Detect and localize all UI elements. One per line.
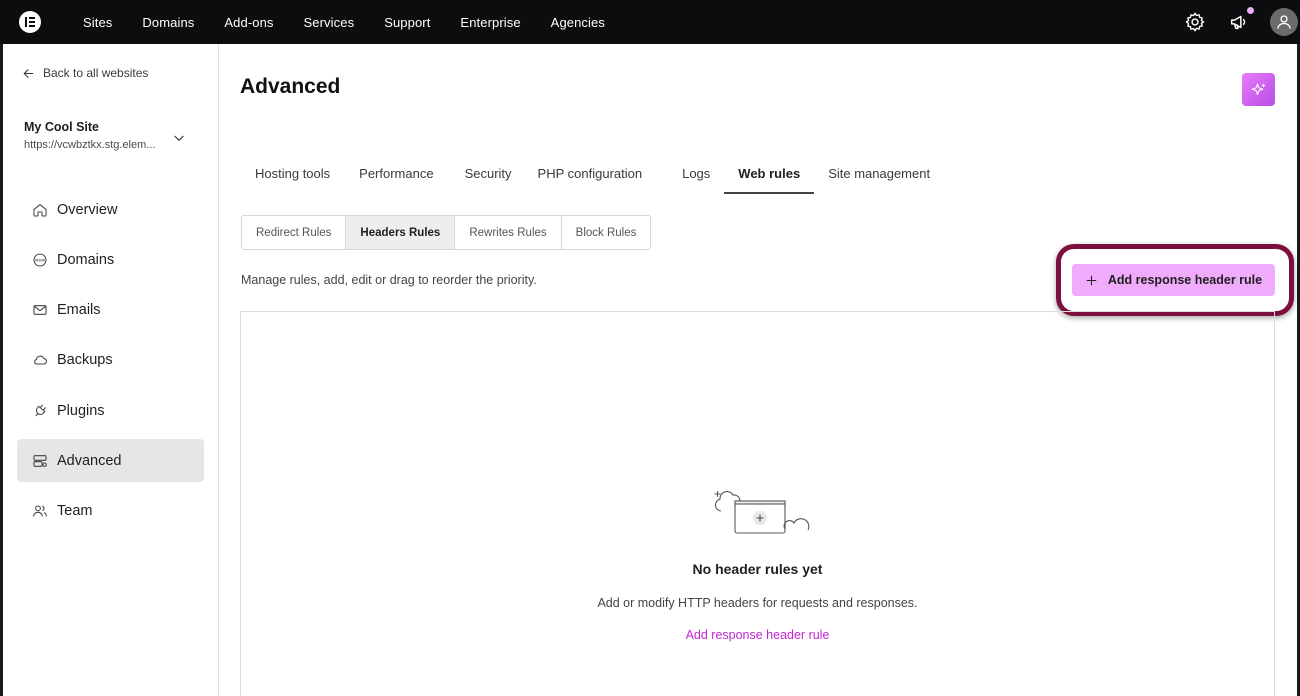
main-nav: Sites Domains Add-ons Services Support E… (68, 0, 620, 44)
subtab-headers-rules[interactable]: Headers Rules (346, 216, 456, 249)
nav-agencies[interactable]: Agencies (536, 0, 620, 44)
empty-state-add-rule-link[interactable]: Add response header rule (241, 628, 1274, 642)
rules-list-panel: No header rules yet Add or modify HTTP h… (240, 311, 1275, 696)
chevron-down-icon[interactable] (172, 131, 186, 145)
sparkle-icon (1251, 82, 1266, 95)
back-link-label: Back to all websites (43, 66, 149, 80)
ai-assistant-button[interactable] (1242, 73, 1275, 106)
tab-hosting-tools[interactable]: Hosting tools (241, 154, 344, 194)
mail-icon (33, 305, 47, 315)
plug-icon (35, 404, 46, 416)
page-title: Advanced (240, 75, 341, 98)
plus-icon (1086, 275, 1097, 285)
add-rule-button-label: Add response header rule (1107, 273, 1263, 287)
empty-state-title: No header rules yet (692, 561, 823, 577)
cloud-icon (34, 356, 48, 365)
tab-performance[interactable]: Performance (345, 154, 447, 194)
sidebar-item-label: Domains (57, 251, 115, 268)
user-avatar-icon[interactable] (1270, 8, 1298, 36)
sidebar-item-emails[interactable]: Emails (17, 289, 204, 332)
sidebar-item-advanced[interactable]: Advanced (17, 439, 204, 483)
nav-support[interactable]: Support (369, 0, 445, 44)
sidebar-item-label: Emails (57, 302, 101, 319)
server-settings-icon (33, 455, 47, 467)
empty-state-subtitle: Add or modify HTTP headers for requests … (597, 596, 918, 610)
nav-add-ons[interactable]: Add-ons (209, 0, 288, 44)
subtab-rewrites-rules[interactable]: Rewrites Rules (455, 216, 562, 249)
sidebar-item-backups[interactable]: Backups (17, 339, 204, 382)
tab-security[interactable]: Security (451, 154, 526, 194)
elementor-logo-icon[interactable] (19, 11, 41, 33)
subtab-redirect-rules[interactable]: Redirect Rules (242, 216, 347, 249)
www-globe-icon: www (33, 253, 47, 267)
team-icon (33, 505, 47, 517)
sidebar-item-label: Team (57, 503, 93, 520)
nav-sites[interactable]: Sites (68, 0, 127, 44)
add-response-header-rule-button[interactable]: Add response header rule (1072, 264, 1275, 296)
svg-text:www: www (35, 258, 46, 263)
arrow-left-icon (23, 68, 34, 78)
subtab-block-rules[interactable]: Block Rules (562, 216, 651, 249)
nav-enterprise[interactable]: Enterprise (445, 0, 535, 44)
back-to-all-websites-link[interactable]: Back to all websites (22, 66, 148, 80)
site-url: https://vcwbztkx.stg.elem... (24, 139, 156, 151)
sidebar-item-label: Plugins (57, 402, 105, 419)
tab-site-management[interactable]: Site management (814, 154, 944, 194)
rules-type-switcher: Redirect Rules Headers Rules Rewrites Ru… (241, 215, 652, 250)
sidebar-item-plugins[interactable]: Plugins (17, 389, 204, 432)
empty-state-illustration-icon (714, 490, 810, 534)
sidebar-menu: Overview www Domains Emails Backups Plug… (17, 188, 204, 540)
rules-description: Manage rules, add, edit or drag to reord… (241, 273, 537, 287)
tab-web-rules[interactable]: Web rules (724, 154, 815, 194)
home-icon (33, 203, 47, 217)
sidebar-item-domains[interactable]: www Domains (17, 238, 204, 281)
tab-php-configuration[interactable]: PHP configuration (524, 154, 657, 194)
notification-dot (1247, 7, 1254, 14)
sidebar-item-label: Overview (57, 201, 118, 218)
settings-icon[interactable] (1184, 11, 1206, 33)
sidebar-item-label: Advanced (57, 452, 122, 469)
main-content: Advanced Hosting tools Performance Secur… (220, 44, 1297, 696)
nav-domains[interactable]: Domains (127, 0, 209, 44)
nav-services[interactable]: Services (289, 0, 370, 44)
top-navbar: Sites Domains Add-ons Services Support E… (0, 0, 1300, 44)
tab-logs[interactable]: Logs (668, 154, 724, 194)
megaphone-icon[interactable] (1228, 11, 1250, 33)
sidebar-item-label: Backups (57, 352, 113, 369)
sidebar-item-team[interactable]: Team (17, 490, 204, 533)
sidebar-item-overview[interactable]: Overview (17, 188, 204, 231)
sidebar: Back to all websites My Cool Site https:… (3, 44, 219, 696)
section-tabs: Hosting tools Performance Security PHP c… (241, 154, 944, 194)
